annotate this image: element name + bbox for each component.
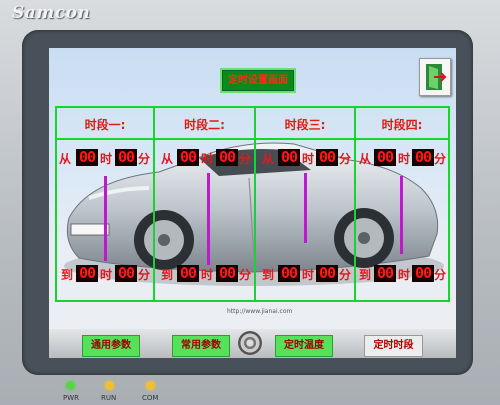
grid-divider-1 — [153, 106, 155, 302]
segment-3-from-label: 从 — [262, 152, 275, 166]
segment-3-to-label: 到 — [262, 268, 275, 282]
segment-3-to-hour-label: 时 — [302, 268, 315, 282]
segment-3-to-minute-label: 分 — [339, 268, 352, 282]
pwr-led-label: PWR — [63, 394, 80, 402]
segment-4-title: 时段四: — [381, 118, 423, 132]
segment-3-to-minute[interactable]: 00 — [316, 265, 338, 282]
segment-2-from-hour[interactable]: 00 — [177, 149, 199, 166]
segment-2-to-minute[interactable]: 00 — [216, 265, 238, 282]
segment-1-from-hour[interactable]: 00 — [76, 149, 98, 166]
grid-bottom-border — [55, 300, 449, 302]
segment-2-to-hour-label: 时 — [201, 268, 214, 282]
tab-timed-period[interactable]: 定时时段 — [364, 335, 423, 357]
segment-1-range-bar — [104, 176, 107, 261]
segment-1-to-label: 到 — [61, 268, 74, 282]
run-led-label: RUN — [101, 394, 117, 402]
segment-3-title: 时段三: — [284, 118, 326, 132]
wheel-logo-icon — [238, 331, 262, 355]
segment-1-title: 时段一: — [84, 118, 126, 132]
segment-2-range-bar — [207, 173, 210, 265]
segment-4-from-hour-label: 时 — [398, 152, 411, 166]
run-led-indicator — [105, 381, 114, 390]
segment-4-from-minute-label: 分 — [434, 152, 447, 166]
grid-right-border — [448, 106, 450, 302]
segment-2-from-label: 从 — [161, 152, 174, 166]
exit-door-icon[interactable] — [419, 58, 451, 96]
segment-4-to-hour-label: 时 — [398, 268, 411, 282]
tab-common-params[interactable]: 常用参数 — [172, 335, 230, 357]
com-led-indicator — [146, 381, 155, 390]
segment-4-to-minute[interactable]: 00 — [412, 265, 434, 282]
grid-header-divider — [55, 138, 449, 140]
tab-general-params[interactable]: 通用参数 — [82, 335, 140, 357]
segment-2-from-hour-label: 时 — [201, 152, 214, 166]
segment-3-from-hour[interactable]: 00 — [278, 149, 300, 166]
segment-3-to-hour[interactable]: 00 — [278, 265, 300, 282]
segment-1-from-label: 从 — [59, 152, 72, 166]
segment-3-from-hour-label: 时 — [302, 152, 315, 166]
hmi-screen: 定时设置画面 时段一: 从 00 时 00 分 到 00 时 00 分 时段二:… — [49, 48, 456, 358]
grid-top-border — [55, 106, 449, 108]
segment-4-range-bar — [400, 176, 403, 254]
pwr-led-indicator — [66, 381, 75, 390]
grid-left-border — [55, 106, 57, 302]
segment-4-from-hour[interactable]: 00 — [374, 149, 396, 166]
segment-3-from-minute[interactable]: 00 — [316, 149, 338, 166]
segment-3-from-minute-label: 分 — [339, 152, 352, 166]
segment-4-to-hour[interactable]: 00 — [374, 265, 396, 282]
segment-1-from-minute-label: 分 — [138, 152, 151, 166]
segment-2-to-hour[interactable]: 00 — [177, 265, 199, 282]
segment-1-to-minute[interactable]: 00 — [115, 265, 137, 282]
segment-2-from-minute-label: 分 — [239, 152, 252, 166]
segment-1-to-hour[interactable]: 00 — [76, 265, 98, 282]
url-caption: http://www.jianai.com — [227, 308, 293, 315]
segment-1-to-hour-label: 时 — [100, 268, 113, 282]
brand-logo: Samcon — [12, 3, 91, 23]
segment-3-range-bar — [304, 173, 307, 243]
segment-4-to-label: 到 — [359, 268, 372, 282]
segment-4-from-label: 从 — [359, 152, 372, 166]
screen-title-button[interactable]: 定时设置画面 — [220, 68, 296, 93]
segment-1-from-minute[interactable]: 00 — [115, 149, 137, 166]
segment-2-to-label: 到 — [161, 268, 174, 282]
segment-1-to-minute-label: 分 — [138, 268, 151, 282]
grid-divider-3 — [354, 106, 356, 302]
tab-timed-temperature[interactable]: 定时温度 — [275, 335, 333, 357]
segment-4-to-minute-label: 分 — [434, 268, 447, 282]
grid-divider-2 — [254, 106, 256, 302]
segment-2-to-minute-label: 分 — [239, 268, 252, 282]
com-led-label: COM — [142, 394, 159, 402]
segment-2-from-minute[interactable]: 00 — [216, 149, 238, 166]
segment-1-from-hour-label: 时 — [100, 152, 113, 166]
segment-4-from-minute[interactable]: 00 — [412, 149, 434, 166]
segment-2-title: 时段二: — [184, 118, 225, 132]
